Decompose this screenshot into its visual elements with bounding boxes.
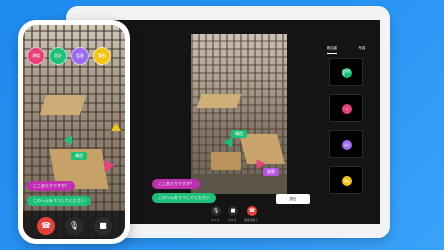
camera-label: カメラ (228, 218, 237, 222)
avatar[interactable]: 設計 (49, 47, 67, 65)
tab-participants[interactable]: 参加者 (326, 46, 338, 54)
annotation-tag-green: 構造 (71, 152, 87, 160)
annotation-tag-green: 構造 (231, 130, 247, 138)
chat-bubble: このへんをうつしてください (27, 196, 91, 206)
wood-formwork (211, 152, 241, 170)
wood-formwork (196, 94, 242, 108)
tab-photos[interactable]: 写真 (358, 46, 365, 54)
concrete-slab (191, 174, 287, 194)
participant-avatars: 現場 設計 監督 職長 (27, 47, 111, 65)
avatar[interactable]: 現場 (27, 47, 45, 65)
end-call-label: 通話を終了 (244, 218, 258, 222)
end-call-button[interactable]: ☎ (37, 217, 55, 235)
avatar: 現場監督 (342, 68, 352, 78)
avatar[interactable]: 監督 (71, 47, 89, 65)
participant-tile[interactable]: 職長 (329, 166, 363, 194)
mic-button[interactable]: 🎙 (65, 217, 83, 235)
phone-call-screen: 構造 現場 設計 監督 職長 ここあたりですか？ このへんをうつしてください ☎… (23, 25, 125, 239)
smartphone-frame: 構造 現場 設計 監督 職長 ここあたりですか？ このへんをうつしてください ☎… (18, 20, 130, 244)
yellow-pointer-marker (111, 123, 121, 131)
chat-bubble: ここあたりですか？ (27, 181, 75, 191)
chat-bubble: ここあたりですか？ (152, 179, 200, 189)
avatar: A (342, 104, 352, 114)
wood-formwork (238, 134, 286, 164)
chat-bubble: このへんをうつしてください (152, 193, 216, 203)
participant-tile[interactable]: 現場監督 (329, 58, 363, 86)
camera-icon: ■ (99, 221, 107, 230)
sidebar-tabs: 参加者 写真 (316, 46, 376, 54)
avatar: 設計 (342, 140, 352, 150)
wood-formwork (39, 95, 87, 115)
phone-hangup-icon: ☎ (41, 221, 51, 230)
exit-button[interactable]: 退出 (276, 194, 310, 204)
camera-icon: ■ (230, 207, 236, 214)
avatar[interactable]: 職長 (93, 47, 111, 65)
annotation-tag-purple: 鉄筋 (263, 168, 279, 176)
participant-tile[interactable]: 設計 (329, 130, 363, 158)
mic-icon: 🎙 (68, 221, 80, 230)
camera-button[interactable]: ■ (228, 206, 238, 216)
camera-button[interactable]: ■ (94, 217, 112, 235)
phone-hangup-icon: ☎ (248, 207, 256, 214)
mic-button[interactable]: 🎙 (211, 206, 221, 216)
mic-label: マイク (211, 218, 220, 222)
avatar: 職長 (342, 176, 352, 186)
end-call-button[interactable]: ☎ (247, 206, 257, 216)
participant-tile[interactable]: A (329, 94, 363, 122)
mic-icon: 🎙 (212, 207, 220, 214)
